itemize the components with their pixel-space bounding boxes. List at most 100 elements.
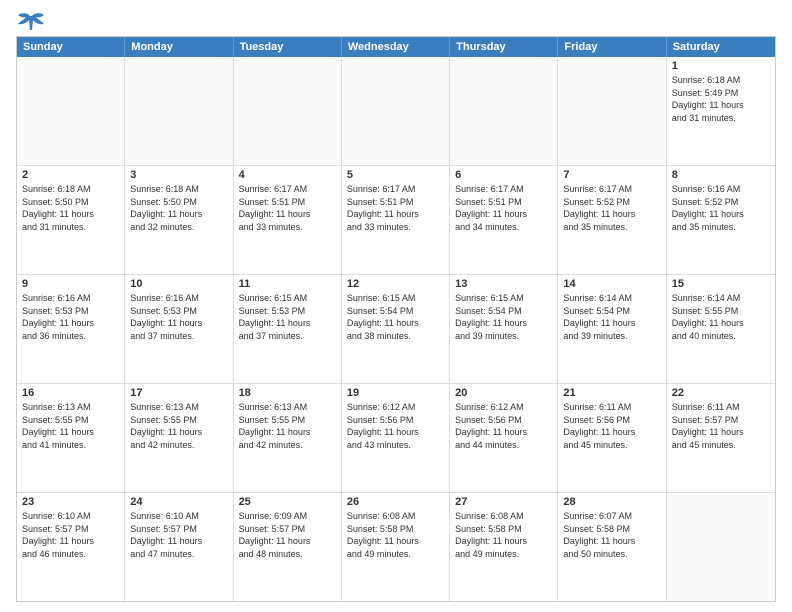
day-number: 16 (22, 387, 119, 399)
day-number: 6 (455, 169, 552, 181)
day-number: 26 (347, 496, 444, 508)
week-row-3: 9Sunrise: 6:16 AM Sunset: 5:53 PM Daylig… (17, 274, 775, 383)
day-info: Sunrise: 6:08 AM Sunset: 5:58 PM Dayligh… (347, 510, 444, 560)
day-number: 10 (130, 278, 227, 290)
day-header-monday: Monday (125, 37, 233, 57)
day-number: 4 (239, 169, 336, 181)
day-number: 12 (347, 278, 444, 290)
day-number: 13 (455, 278, 552, 290)
day-cell (17, 57, 125, 165)
day-cell: 23 Sunrise: 6:10 AM Sunset: 5:57 PM Dayli… (17, 493, 125, 601)
day-header-tuesday: Tuesday (234, 37, 342, 57)
day-info: Sunrise: 6:17 AM Sunset: 5:52 PM Dayligh… (563, 183, 660, 233)
day-info: Sunrise: 6:13 AM Sunset: 5:55 PM Dayligh… (130, 401, 227, 451)
day-cell: 21 Sunrise: 6:11 AM Sunset: 5:56 PM Dayli… (558, 384, 666, 492)
day-info: Sunrise: 6:16 AM Sunset: 5:53 PM Dayligh… (130, 292, 227, 342)
day-info: Sunrise: 6:11 AM Sunset: 5:56 PM Dayligh… (563, 401, 660, 451)
day-cell: 10 Sunrise: 6:16 AM Sunset: 5:53 PM Dayli… (125, 275, 233, 383)
day-cell: 19 Sunrise: 6:12 AM Sunset: 5:56 PM Dayli… (342, 384, 450, 492)
logo-bird-icon (18, 12, 46, 34)
day-cell: 25 Sunrise: 6:09 AM Sunset: 5:57 PM Dayli… (234, 493, 342, 601)
day-number: 21 (563, 387, 660, 399)
day-number: 27 (455, 496, 552, 508)
day-cell: 22 Sunrise: 6:11 AM Sunset: 5:57 PM Dayli… (667, 384, 775, 492)
day-cell: 12 Sunrise: 6:15 AM Sunset: 5:54 PM Dayli… (342, 275, 450, 383)
day-number: 1 (672, 60, 770, 72)
week-row-4: 16 Sunrise: 6:13 AM Sunset: 5:55 PM Dayli… (17, 383, 775, 492)
day-cell (342, 57, 450, 165)
day-number: 22 (672, 387, 770, 399)
day-info: Sunrise: 6:17 AM Sunset: 5:51 PM Dayligh… (347, 183, 444, 233)
day-cell (125, 57, 233, 165)
day-cell: 6 Sunrise: 6:17 AM Sunset: 5:51 PM Daylig… (450, 166, 558, 274)
day-header-sunday: Sunday (17, 37, 125, 57)
day-info: Sunrise: 6:14 AM Sunset: 5:55 PM Dayligh… (672, 292, 770, 342)
day-header-thursday: Thursday (450, 37, 558, 57)
day-cell: 15Sunrise: 6:14 AM Sunset: 5:55 PM Dayli… (667, 275, 775, 383)
day-cell: 20 Sunrise: 6:12 AM Sunset: 5:56 PM Dayli… (450, 384, 558, 492)
day-cell: 8 Sunrise: 6:16 AM Sunset: 5:52 PM Daylig… (667, 166, 775, 274)
day-cell: 2 Sunrise: 6:18 AM Sunset: 5:50 PM Daylig… (17, 166, 125, 274)
day-cell: 28 Sunrise: 6:07 AM Sunset: 5:58 PM Dayli… (558, 493, 666, 601)
day-header-saturday: Saturday (667, 37, 775, 57)
calendar: SundayMondayTuesdayWednesdayThursdayFrid… (16, 36, 776, 602)
day-info: Sunrise: 6:18 AM Sunset: 5:50 PM Dayligh… (130, 183, 227, 233)
day-cell: 27 Sunrise: 6:08 AM Sunset: 5:58 PM Dayli… (450, 493, 558, 601)
day-info: Sunrise: 6:11 AM Sunset: 5:57 PM Dayligh… (672, 401, 770, 451)
week-row-5: 23 Sunrise: 6:10 AM Sunset: 5:57 PM Dayli… (17, 492, 775, 601)
day-cell (558, 57, 666, 165)
day-cell: 24Sunrise: 6:10 AM Sunset: 5:57 PM Dayli… (125, 493, 233, 601)
day-header-wednesday: Wednesday (342, 37, 450, 57)
day-number: 17 (130, 387, 227, 399)
day-info: Sunrise: 6:08 AM Sunset: 5:58 PM Dayligh… (455, 510, 552, 560)
week-row-2: 2 Sunrise: 6:18 AM Sunset: 5:50 PM Daylig… (17, 165, 775, 274)
day-number: 3 (130, 169, 227, 181)
day-cell: 26 Sunrise: 6:08 AM Sunset: 5:58 PM Dayli… (342, 493, 450, 601)
day-number: 5 (347, 169, 444, 181)
day-number: 18 (239, 387, 336, 399)
day-number: 23 (22, 496, 119, 508)
day-cell: 3 Sunrise: 6:18 AM Sunset: 5:50 PM Daylig… (125, 166, 233, 274)
day-info: Sunrise: 6:07 AM Sunset: 5:58 PM Dayligh… (563, 510, 660, 560)
day-cell: 18 Sunrise: 6:13 AM Sunset: 5:55 PM Dayli… (234, 384, 342, 492)
header (16, 12, 776, 30)
day-number: 25 (239, 496, 336, 508)
day-cell (234, 57, 342, 165)
day-cell (667, 493, 775, 601)
day-number: 2 (22, 169, 119, 181)
day-cell (450, 57, 558, 165)
day-headers: SundayMondayTuesdayWednesdayThursdayFrid… (17, 37, 775, 57)
day-number: 11 (239, 278, 336, 290)
weeks: 1 Sunrise: 6:18 AM Sunset: 5:49 PM Daylig… (17, 57, 775, 601)
day-cell: 7 Sunrise: 6:17 AM Sunset: 5:52 PM Daylig… (558, 166, 666, 274)
day-info: Sunrise: 6:15 AM Sunset: 5:54 PM Dayligh… (347, 292, 444, 342)
day-number: 14 (563, 278, 660, 290)
day-number: 28 (563, 496, 660, 508)
day-info: Sunrise: 6:12 AM Sunset: 5:56 PM Dayligh… (455, 401, 552, 451)
day-cell: 9Sunrise: 6:16 AM Sunset: 5:53 PM Daylig… (17, 275, 125, 383)
day-number: 7 (563, 169, 660, 181)
day-info: Sunrise: 6:09 AM Sunset: 5:57 PM Dayligh… (239, 510, 336, 560)
day-number: 19 (347, 387, 444, 399)
day-info: Sunrise: 6:16 AM Sunset: 5:52 PM Dayligh… (672, 183, 770, 233)
day-info: Sunrise: 6:13 AM Sunset: 5:55 PM Dayligh… (22, 401, 119, 451)
day-header-friday: Friday (558, 37, 666, 57)
day-cell: 16 Sunrise: 6:13 AM Sunset: 5:55 PM Dayli… (17, 384, 125, 492)
day-cell: 4Sunrise: 6:17 AM Sunset: 5:51 PM Daylig… (234, 166, 342, 274)
day-cell: 5 Sunrise: 6:17 AM Sunset: 5:51 PM Daylig… (342, 166, 450, 274)
week-row-1: 1 Sunrise: 6:18 AM Sunset: 5:49 PM Daylig… (17, 57, 775, 165)
day-number: 8 (672, 169, 770, 181)
day-cell: 14Sunrise: 6:14 AM Sunset: 5:54 PM Dayli… (558, 275, 666, 383)
day-number: 24 (130, 496, 227, 508)
day-info: Sunrise: 6:17 AM Sunset: 5:51 PM Dayligh… (455, 183, 552, 233)
day-info: Sunrise: 6:10 AM Sunset: 5:57 PM Dayligh… (22, 510, 119, 560)
page: SundayMondayTuesdayWednesdayThursdayFrid… (0, 0, 792, 612)
day-number: 20 (455, 387, 552, 399)
day-info: Sunrise: 6:13 AM Sunset: 5:55 PM Dayligh… (239, 401, 336, 451)
day-info: Sunrise: 6:18 AM Sunset: 5:50 PM Dayligh… (22, 183, 119, 233)
day-cell: 13Sunrise: 6:15 AM Sunset: 5:54 PM Dayli… (450, 275, 558, 383)
day-info: Sunrise: 6:12 AM Sunset: 5:56 PM Dayligh… (347, 401, 444, 451)
day-cell: 17 Sunrise: 6:13 AM Sunset: 5:55 PM Dayli… (125, 384, 233, 492)
day-info: Sunrise: 6:16 AM Sunset: 5:53 PM Dayligh… (22, 292, 119, 342)
day-info: Sunrise: 6:18 AM Sunset: 5:49 PM Dayligh… (672, 74, 770, 124)
